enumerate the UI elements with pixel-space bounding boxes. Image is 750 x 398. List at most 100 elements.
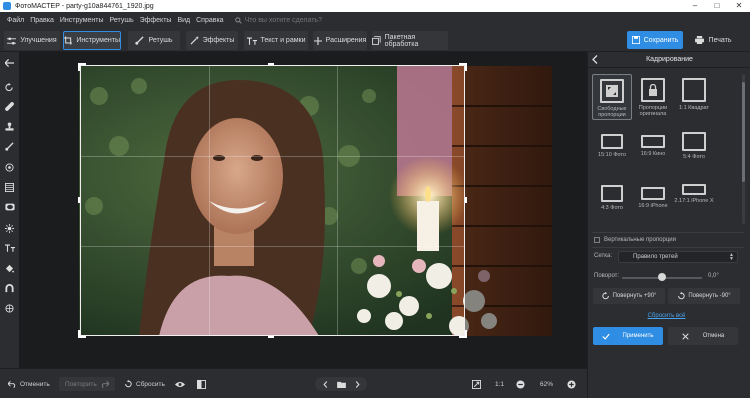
face-tool[interactable]: [2, 301, 17, 315]
presets-scrollbar[interactable]: [742, 74, 745, 224]
text-icon: [4, 244, 15, 252]
folder-icon: [336, 381, 346, 388]
menu-effects[interactable]: Эффекты: [137, 17, 175, 24]
preset-free[interactable]: Свободные пропорции: [592, 74, 632, 120]
actual-size-button[interactable]: 1:1: [495, 377, 504, 391]
menu-edit[interactable]: Правка: [27, 17, 57, 24]
previous-image-button[interactable]: [319, 377, 331, 391]
vertical-proportions-checkbox[interactable]: [594, 237, 600, 243]
menu-tools[interactable]: Инструменты: [57, 17, 107, 24]
grid-select[interactable]: Правило третей ▲ ▼: [618, 251, 738, 263]
preset-square[interactable]: 1:1 Квадрат: [674, 74, 714, 120]
menu-bar: Файл Правка Инструменты Ретушь Эффекты В…: [0, 12, 750, 28]
crop-handle-bottom-right[interactable]: [465, 330, 467, 338]
preset-4-3[interactable]: 4:3 Фото: [592, 178, 632, 224]
open-folder-button[interactable]: [335, 377, 347, 391]
tab-text-frames[interactable]: Текст и рамки: [244, 31, 308, 50]
lasso-tool[interactable]: [2, 281, 17, 295]
back-button[interactable]: [2, 56, 17, 70]
reset-button[interactable]: Сбросить: [124, 377, 165, 391]
light-tool[interactable]: [2, 221, 17, 235]
photo-canvas[interactable]: [19, 52, 587, 368]
preset-label: 4:3 Фото: [601, 205, 623, 211]
compare-button[interactable]: [197, 377, 210, 391]
app-logo-icon: [3, 2, 11, 10]
apply-button[interactable]: Применить: [593, 327, 663, 345]
search-input[interactable]: [244, 16, 355, 24]
crop-handle-top-left[interactable]: [78, 63, 80, 71]
preset-label: 1:1 Квадрат: [678, 105, 710, 111]
cancel-button[interactable]: Отмена: [668, 327, 738, 345]
plus-icon: [313, 36, 322, 45]
brush-tool[interactable]: [2, 139, 17, 153]
preset-iphone-x[interactable]: 2.17:1 iPhone X: [674, 178, 714, 224]
batch-icon: [372, 36, 381, 45]
crop-handle-left[interactable]: [78, 197, 80, 203]
preset-original[interactable]: Пропорции оригинала: [633, 74, 673, 120]
tab-extensions[interactable]: Расширения: [313, 31, 367, 50]
floppy-disk-icon: [631, 36, 640, 44]
preset-16-9-iphone[interactable]: 16:9 iPhone: [633, 178, 673, 224]
rotate-tool[interactable]: [2, 80, 17, 94]
panel-header: Кадрирование: [588, 52, 750, 68]
menu-file[interactable]: Файл: [4, 17, 27, 24]
tab-enhancements[interactable]: Улучшения: [4, 31, 60, 50]
rotate-plus-90-button[interactable]: Повернуть +90°: [593, 288, 665, 304]
zoom-out-button[interactable]: [516, 377, 529, 391]
grid-line: [337, 66, 338, 335]
scrollbar-thumb[interactable]: [742, 82, 745, 182]
crop-frame[interactable]: [80, 65, 465, 336]
cancel-label: Отмена: [702, 333, 725, 339]
maximize-button[interactable]: □: [706, 0, 728, 12]
rotate-minus-90-button[interactable]: Повернуть -90°: [668, 288, 740, 304]
gradient-icon: [5, 182, 14, 192]
reset-all-link[interactable]: Сбросить всё: [588, 313, 745, 319]
grid-line: [81, 246, 464, 247]
zoom-value: 62%: [540, 380, 554, 388]
tab-tools[interactable]: Инструменты: [63, 31, 121, 50]
crop-handle-right[interactable]: [465, 197, 467, 203]
tab-batch-processing[interactable]: Пакетная обработка: [372, 31, 448, 50]
chevron-left-icon[interactable]: [592, 55, 598, 64]
fit-screen-button[interactable]: [472, 377, 485, 391]
tab-retouch[interactable]: Ретушь: [128, 31, 180, 50]
crop-handle-bottom[interactable]: [268, 336, 274, 338]
vertical-proportions-option[interactable]: Вертикальные пропорции: [594, 237, 676, 243]
menu-search[interactable]: [234, 16, 355, 24]
crop-panel: Кадрирование Свободные пропорции Пропорц…: [587, 52, 750, 398]
sun-icon: [5, 223, 14, 233]
undo-button[interactable]: Отменить: [8, 377, 50, 391]
tab-effects[interactable]: Эффекты: [186, 31, 238, 50]
gradient-tool[interactable]: [2, 180, 17, 194]
crop-handle-bottom-left[interactable]: [78, 330, 80, 338]
menu-view[interactable]: Вид: [174, 17, 193, 24]
next-image-button[interactable]: [351, 377, 363, 391]
brush-icon: [5, 141, 14, 151]
healing-tool[interactable]: [2, 99, 17, 113]
crop-handle-top-right[interactable]: [465, 63, 467, 71]
print-button[interactable]: Печать: [688, 31, 738, 49]
minimize-button[interactable]: –: [684, 0, 706, 12]
select-arrows-icon: ▲ ▼: [729, 252, 734, 262]
zoom-in-button[interactable]: [567, 377, 580, 391]
menu-retouch[interactable]: Ретушь: [107, 17, 137, 24]
preset-16-9-cinema[interactable]: 16:9 Кино: [633, 126, 673, 172]
fill-tool[interactable]: [2, 261, 17, 275]
rotation-slider-thumb[interactable]: [658, 273, 666, 281]
minus-circle-icon: [516, 379, 525, 389]
save-button[interactable]: Сохранить: [627, 31, 683, 49]
reset-icon: [125, 380, 132, 388]
vignette-icon: [4, 203, 15, 211]
preset-5-4[interactable]: 5:4 Фото: [674, 126, 714, 172]
radial-filter-tool[interactable]: [2, 160, 17, 174]
redo-button[interactable]: Повторить: [59, 377, 115, 391]
stamp-tool[interactable]: [2, 119, 17, 133]
vignette-tool[interactable]: [2, 200, 17, 214]
crop-handle-top[interactable]: [268, 63, 274, 65]
menu-help[interactable]: Справка: [193, 17, 226, 24]
text-tool[interactable]: [2, 241, 17, 255]
close-button[interactable]: ✕: [728, 0, 750, 12]
magnet-icon: [5, 283, 14, 292]
preset-15-10[interactable]: 15:10 Фото: [592, 126, 632, 172]
preview-toggle[interactable]: [175, 377, 189, 391]
